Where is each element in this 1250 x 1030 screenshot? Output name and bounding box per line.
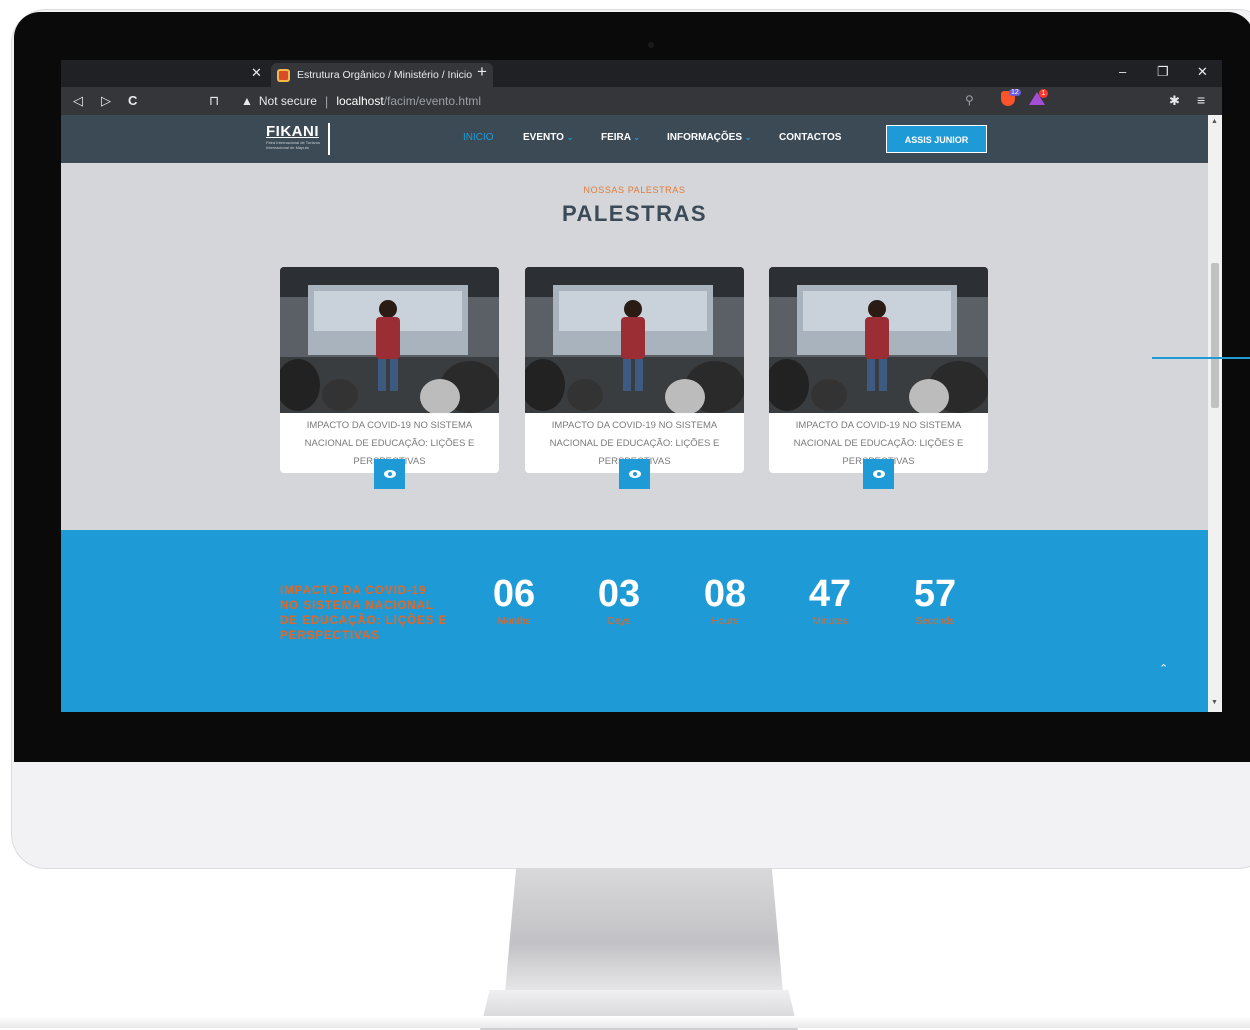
chevron-down-icon: ⌄ <box>566 133 574 142</box>
eye-icon[interactable] <box>374 459 405 489</box>
countdown-label: Seconds <box>915 616 955 627</box>
nav-link-contactos[interactable]: CONTACTOS <box>779 132 841 143</box>
url-path: /facim/evento.html <box>383 94 482 108</box>
section-kicker: NOSSAS PALESTRAS <box>583 185 686 195</box>
scroll-up-arrow-icon[interactable]: ▲ <box>1211 118 1218 125</box>
active-tab[interactable]: Estrutura Orgânico / Ministério / Inicio <box>271 63 493 87</box>
eye-icon[interactable] <box>863 459 894 489</box>
rewards-badge: 1 <box>1039 89 1048 98</box>
reload-icon[interactable]: C <box>128 93 137 108</box>
warning-icon[interactable]: ▲ <box>241 94 253 108</box>
nav-link-evento-label: EVENTO <box>523 132 564 143</box>
camera-dot <box>648 42 654 48</box>
shield-count-badge: 12 <box>1009 89 1021 96</box>
page-viewport: FIKANI Feira Internacional de Turismo In… <box>61 115 1208 712</box>
monitor-stand-neck <box>505 868 783 993</box>
tab-strip: ✕ Estrutura Orgânico / Ministério / Inic… <box>61 60 1222 87</box>
nav-link-feira-label: FEIRA <box>601 132 631 143</box>
lecture-photo <box>280 267 499 413</box>
nav-link-informacoes-label: INFORMAÇÕES <box>667 132 742 143</box>
chevron-down-icon: ⌄ <box>633 133 641 142</box>
security-label[interactable]: Not secure <box>259 94 317 108</box>
countdown-label: Months <box>497 616 531 627</box>
new-tab-button[interactable]: + <box>473 63 491 81</box>
scroll-thumb[interactable] <box>1211 263 1219 408</box>
countdown-value: 03 <box>597 573 641 615</box>
nav-link-feira[interactable]: FEIRA ⌄ <box>601 132 640 143</box>
url-host: localhost <box>336 94 384 108</box>
countdown-label: Hours <box>711 616 739 627</box>
logo-text: FIKANI <box>266 123 319 140</box>
countdown-days: 03 Days <box>579 572 659 628</box>
countdown-value: 57 <box>913 573 957 615</box>
nav-link-evento[interactable]: EVENTO ⌄ <box>523 132 573 143</box>
url-separator: | <box>324 93 329 109</box>
countdown-minutes: 47 Minutes <box>790 572 870 628</box>
lecture-card[interactable]: IMPACTO DA COVID-19 NO SISTEMA NACIONAL … <box>280 267 499 489</box>
lecture-photo <box>769 267 988 413</box>
menu-icon[interactable]: ≡ <box>1197 92 1205 108</box>
browser-toolbar: ◁ ▷ C ⊓ ▲ Not secure | localhost/facim/e… <box>61 87 1222 115</box>
callout-line <box>1152 357 1250 359</box>
logo-subtitle: Feira Internacional de Turismo Internaci… <box>266 140 321 150</box>
tab-title: Estrutura Orgânico / Ministério / Inicio <box>297 69 473 81</box>
page-scrollbar[interactable]: ▲ ▼ <box>1208 115 1222 712</box>
countdown-label: Days <box>607 616 631 627</box>
restore-button[interactable]: ❐ <box>1157 64 1169 80</box>
bookmark-icon[interactable]: ⊓ <box>209 93 219 109</box>
floor-shadow <box>0 1016 1250 1028</box>
favicon-icon <box>277 68 290 82</box>
section-title: PALESTRAS <box>561 201 708 226</box>
site-logo[interactable]: FIKANI Feira Internacional de Turismo In… <box>266 123 330 155</box>
minimize-button[interactable]: – <box>1119 64 1126 79</box>
nav-link-informacoes[interactable]: INFORMAÇÕES ⌄ <box>667 132 751 143</box>
lecture-card[interactable]: IMPACTO DA COVID-19 NO SISTEMA NACIONAL … <box>769 267 988 489</box>
countdown-value: 47 <box>808 573 852 615</box>
site-navbar: FIKANI Feira Internacional de Turismo In… <box>61 115 1208 163</box>
forward-icon[interactable]: ▷ <box>101 93 111 109</box>
back-to-top-icon[interactable]: ⌃ <box>1159 662 1168 675</box>
countdown-title: IMPACTO DA COVID-19 NO SISTEMA NACIONAL … <box>280 585 448 642</box>
nav-link-inicio[interactable]: INICIO <box>463 132 494 143</box>
close-tab-icon[interactable]: ✕ <box>251 65 262 81</box>
countdown-section: IMPACTO DA COVID-19 NO SISTEMA NACIONAL … <box>61 530 1208 712</box>
countdown-months: 06 Months <box>474 572 554 628</box>
eye-icon[interactable] <box>619 459 650 489</box>
user-button[interactable]: ASSIS JUNIOR <box>886 125 987 153</box>
scroll-down-arrow-icon[interactable]: ▼ <box>1211 699 1218 706</box>
chevron-down-icon: ⌄ <box>744 133 752 142</box>
close-window-button[interactable]: ✕ <box>1197 64 1208 80</box>
countdown-label: Minutes <box>812 616 848 627</box>
address-bar[interactable]: ▲ Not secure | localhost/facim/evento.ht… <box>231 90 1051 112</box>
countdown-value: 06 <box>492 573 536 615</box>
countdown-hours: 08 Hours <box>685 572 765 628</box>
extensions-icon[interactable]: ✱ <box>1169 93 1180 109</box>
countdown-seconds: 57 Seconds <box>895 572 975 628</box>
zoom-icon[interactable]: ⚲ <box>965 93 974 107</box>
browser-window: ✕ Estrutura Orgânico / Ministério / Inic… <box>61 60 1222 712</box>
countdown-value: 08 <box>703 573 747 615</box>
lecture-card[interactable]: IMPACTO DA COVID-19 NO SISTEMA NACIONAL … <box>525 267 744 489</box>
lecture-photo <box>525 267 744 413</box>
back-icon[interactable]: ◁ <box>73 93 83 109</box>
